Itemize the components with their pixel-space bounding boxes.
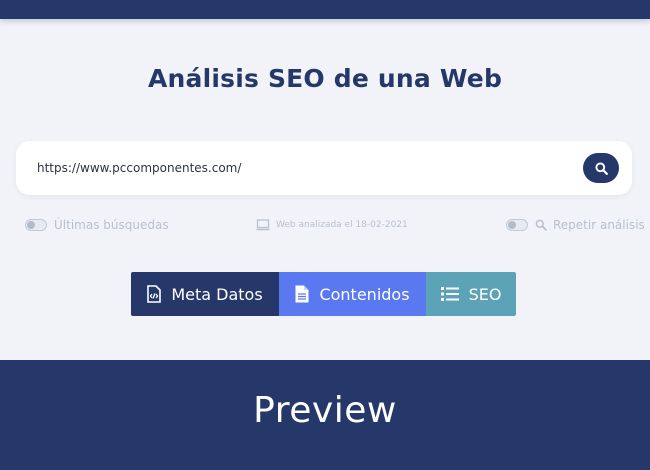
repeat-analysis-option: Repetir análisis [506, 216, 645, 234]
list-icon [440, 286, 459, 302]
tab-contenidos-label: Contenidos [319, 284, 410, 304]
analysis-date-label: Web analizada el 18-02-2021 [276, 220, 408, 230]
recent-searches-option: Últimas búsquedas [25, 216, 169, 234]
search-button[interactable] [583, 153, 619, 183]
preview-section: Preview [0, 360, 650, 470]
recent-searches-label: Últimas búsquedas [54, 218, 169, 232]
page-title: Análisis SEO de una Web [147, 64, 503, 93]
tab-seo-label: SEO [468, 284, 502, 304]
recent-searches-toggle[interactable] [25, 219, 47, 231]
repeat-analysis-label: Repetir análisis [553, 218, 645, 232]
tab-meta-datos[interactable]: Meta Datos [131, 272, 279, 316]
preview-heading: Preview [253, 390, 397, 431]
search-input[interactable] [37, 158, 557, 178]
tab-meta-datos-label: Meta Datos [171, 284, 263, 304]
analysis-date-info: Web analizada el 18-02-2021 [256, 216, 408, 234]
tab-contenidos[interactable]: Contenidos [279, 272, 426, 316]
magnifier-icon [535, 219, 547, 231]
analysis-tabs: Meta Datos Contenidos SEO [131, 272, 516, 316]
repeat-analysis-toggle[interactable] [506, 219, 528, 231]
search-box [16, 141, 632, 195]
monitor-icon [256, 219, 270, 231]
search-icon [594, 161, 608, 175]
top-bar [0, 0, 650, 19]
file-code-icon [147, 285, 162, 303]
document-icon [295, 285, 309, 303]
tab-seo[interactable]: SEO [426, 272, 516, 316]
